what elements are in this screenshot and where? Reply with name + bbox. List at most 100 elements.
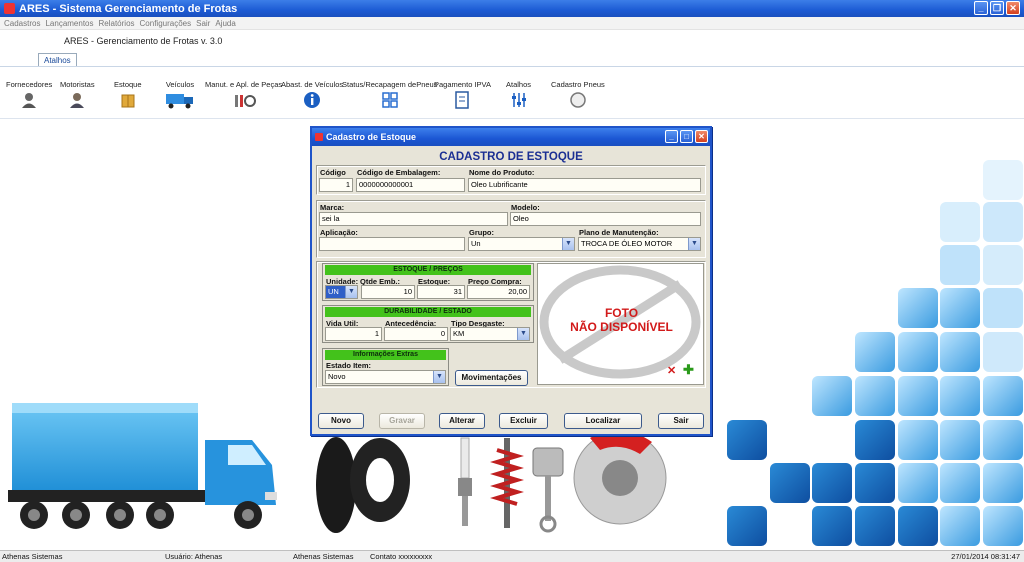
shortcut-label: Motoristas <box>60 80 95 89</box>
dialog-close-button[interactable]: ✕ <box>695 130 708 143</box>
shortcut-recapagem[interactable]: Status/Recapagem dePneus <box>342 80 437 109</box>
estoque-precos-header: ESTOQUE / PREÇOS <box>325 265 531 275</box>
tab-atalhos[interactable]: Atalhos <box>38 53 77 67</box>
delete-photo-icon[interactable]: ✕ <box>667 364 676 377</box>
chevron-down-icon[interactable]: ▼ <box>517 328 529 340</box>
dialog-title-bar: Cadastro de Estoque _ □ ✕ <box>312 128 710 146</box>
main-window: ARES - Sistema Gerenciamento de Frotas _… <box>0 0 1024 562</box>
dialog-minimize-button[interactable]: _ <box>665 130 678 143</box>
person-icon <box>22 93 37 108</box>
menu-lancamentos[interactable]: Lançamentos <box>45 19 93 28</box>
circle-icon <box>570 92 586 108</box>
status-contact: Contato xxxxxxxxx <box>370 552 433 561</box>
shortcut-estoque[interactable]: Estoque <box>114 80 142 109</box>
truck-icon <box>166 94 193 109</box>
movimentacoes-button[interactable]: Movimentações <box>455 370 528 386</box>
shortcut-label: Abast. de Veículos <box>281 80 344 89</box>
cod-emb-field[interactable]: 0000000000001 <box>356 178 465 192</box>
menu-configuracoes[interactable]: Configurações <box>140 19 192 28</box>
menu-cadastros[interactable]: Cadastros <box>4 19 40 28</box>
tires-illustration <box>316 437 410 533</box>
chevron-down-icon[interactable]: ▼ <box>433 371 445 383</box>
shortcut-ipva[interactable]: Pagamento IPVA <box>434 80 491 109</box>
shock-absorber-illustration <box>490 438 524 528</box>
estado-value: Novo <box>328 372 346 381</box>
minimize-button[interactable]: _ <box>974 1 988 15</box>
status-datetime: 27/01/2014 08:31:47 <box>951 552 1020 561</box>
unidade-value: UN <box>328 287 339 296</box>
preco-field[interactable]: 20,00 <box>467 285 530 299</box>
menu-relatorios[interactable]: Relatórios <box>99 19 135 28</box>
novo-button[interactable]: Novo <box>318 413 364 429</box>
shortcut-label: Cadastro Pneus <box>551 80 605 89</box>
menu-sair[interactable]: Sair <box>196 19 210 28</box>
chevron-down-icon[interactable]: ▼ <box>345 286 357 298</box>
aplicacao-label: Aplicação: <box>320 228 358 237</box>
marca-label: Marca: <box>320 203 345 212</box>
shortcut-abastecimento[interactable]: Abast. de Veículos <box>281 80 343 109</box>
dialog-title: Cadastro de Estoque <box>326 132 417 142</box>
grupo-label: Grupo: <box>469 228 494 237</box>
version-label: ARES - Gerenciamento de Frotas v. 3.0 <box>64 36 223 46</box>
menu-bar: Cadastros Lançamentos Relatórios Configu… <box>0 17 1024 30</box>
plano-value: TROCA DE ÓLEO MOTOR <box>581 239 673 248</box>
dialog-heading: CADASTRO DE ESTOQUE <box>439 151 583 163</box>
estoque-field[interactable]: 31 <box>417 285 465 299</box>
codigo-field[interactable]: 1 <box>319 178 353 192</box>
dialog-maximize-button[interactable]: □ <box>680 130 693 143</box>
grupo-select[interactable]: Un ▼ <box>468 237 575 251</box>
plano-label: Plano de Manutenção: <box>579 228 659 237</box>
shortcut-bar: Fornecedores Motoristas Estoque Veículos… <box>0 80 1024 120</box>
modelo-field[interactable]: Oleo <box>510 212 701 226</box>
chevron-down-icon[interactable]: ▼ <box>688 238 700 250</box>
app-icon <box>4 3 15 14</box>
unidade-select[interactable]: UN ▼ <box>325 285 358 299</box>
nome-field[interactable]: Oleo Lubrificante <box>468 178 701 192</box>
chevron-down-icon[interactable]: ▼ <box>562 238 574 250</box>
nome-label: Nome do Produto: <box>469 168 535 177</box>
shortcut-label: Estoque <box>114 80 142 89</box>
tools-icon <box>234 95 256 107</box>
vida-field[interactable]: 1 <box>325 327 382 341</box>
status-user: Usuário: Athenas <box>165 552 223 561</box>
product-photo: FOTO NÃO DISPONÍVEL ✕ ✚ <box>537 263 704 385</box>
plano-select[interactable]: TROCA DE ÓLEO MOTOR ▼ <box>578 237 701 251</box>
shortcut-label: Atalhos <box>506 80 532 89</box>
gravar-button[interactable]: Gravar <box>379 413 425 429</box>
tipo-select[interactable]: KM ▼ <box>450 327 530 341</box>
excluir-button[interactable]: Excluir <box>499 413 548 429</box>
shortcut-atalhos[interactable]: Atalhos <box>506 80 531 109</box>
aplicacao-field[interactable] <box>319 237 465 251</box>
truck-illustration <box>8 403 277 529</box>
stock-dialog: Cadastro de Estoque _ □ ✕ CADASTRO DE ES… <box>310 126 712 436</box>
shortcut-fornecedores[interactable]: Fornecedores <box>6 80 52 109</box>
add-photo-icon[interactable]: ✚ <box>683 362 694 378</box>
shortcut-manutencao[interactable]: Manut. e Apl. de Peças <box>205 80 282 109</box>
estado-select[interactable]: Novo ▼ <box>325 370 446 384</box>
ribbon-divider <box>0 66 1024 67</box>
shortcut-cadastro-pneus[interactable]: Cadastro Pneus <box>551 80 605 109</box>
estado-label: Estado Item: <box>326 361 372 370</box>
tipo-value: KM <box>453 329 465 338</box>
shortcut-motoristas[interactable]: Motoristas <box>60 80 95 109</box>
info-extras-header: Informações Extras <box>325 350 446 360</box>
shortcut-veiculos[interactable]: Veículos <box>165 80 195 109</box>
brake-disc-illustration <box>573 429 667 525</box>
sair-button[interactable]: Sair <box>658 413 704 429</box>
shortcut-label: Fornecedores <box>6 80 53 89</box>
shortcut-divider <box>0 118 1024 119</box>
restore-button[interactable]: ❐ <box>990 1 1004 15</box>
localizar-button[interactable]: Localizar <box>564 413 642 429</box>
dialog-icon <box>315 133 323 141</box>
marca-field[interactable]: sei la <box>319 212 508 226</box>
antecedencia-field[interactable]: 0 <box>384 327 448 341</box>
spark-plug-illustration <box>458 437 472 526</box>
document-icon <box>455 91 470 109</box>
photo-text-line1: FOTO <box>604 306 639 320</box>
alterar-button[interactable]: Alterar <box>439 413 485 429</box>
menu-ajuda[interactable]: Ajuda <box>215 19 235 28</box>
piston-illustration <box>532 447 564 533</box>
qtde-field[interactable]: 10 <box>361 285 415 299</box>
close-button[interactable]: ✕ <box>1006 1 1020 15</box>
durabilidade-header: DURABILIDADE / ESTADO <box>325 307 531 317</box>
